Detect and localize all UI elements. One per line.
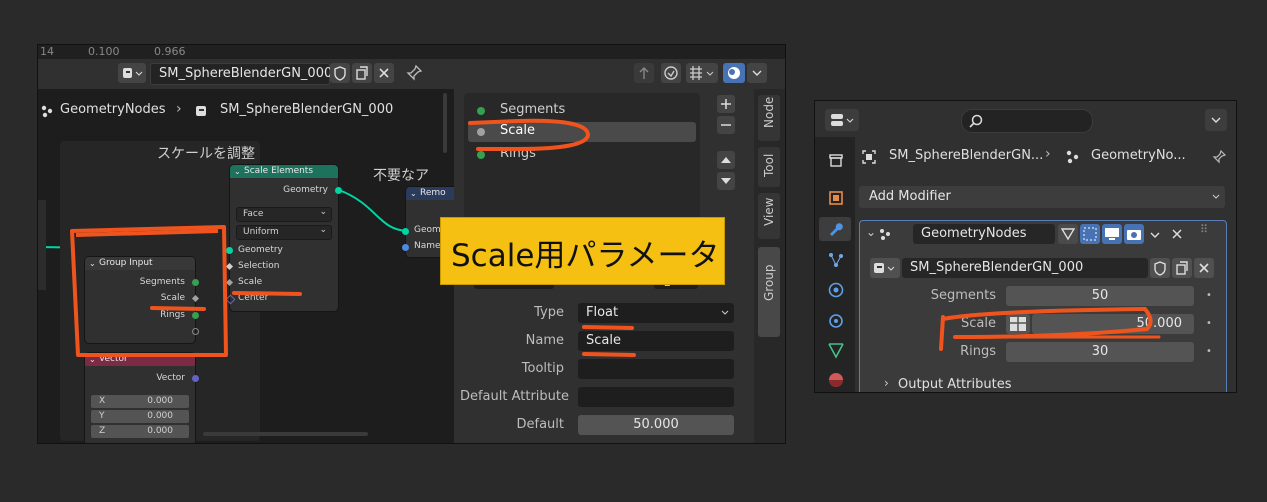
modifier-properties-screenshot: SM_SphereBlenderGN... › GeometryNo... Ad… [814,100,1237,393]
node-editor-screenshot: 14 0.100 0.966 SM_SphereBlenderGN_000 Ge… [37,44,786,444]
annotation-callout: Scale用パラメータ [440,217,725,285]
callout-text: Scale用パラメータ [451,238,720,274]
annotation-overlay [939,306,1161,351]
